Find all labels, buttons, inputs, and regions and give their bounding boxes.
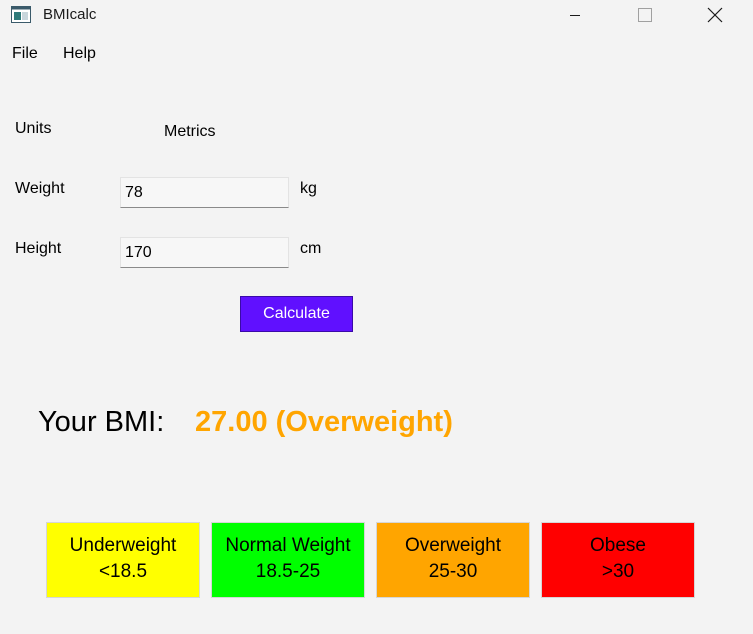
title-bar[interactable]: BMIcalc [0,0,753,32]
window-title: BMIcalc [43,6,97,23]
minimize-button[interactable] [552,0,598,32]
units-value[interactable]: Metrics [164,123,216,141]
units-label: Units [15,120,52,137]
maximize-button[interactable] [621,0,667,32]
category-range: >30 [601,561,635,582]
category-range: 18.5-25 [255,561,321,582]
bmi-result-label: Your BMI: [38,406,165,438]
close-icon [707,7,723,23]
category-obese: Obese >30 [541,522,695,598]
menu-bar: File Help [0,40,753,70]
height-label: Height [15,240,62,257]
category-underweight: Underweight <18.5 [46,522,200,598]
height-input[interactable]: 170 [120,237,289,268]
app-icon [11,6,31,23]
category-normal-weight: Normal Weight 18.5-25 [211,522,365,598]
calculate-button[interactable]: Calculate [240,296,353,332]
bmi-calculator-window: BMIcalc File Help Units Metrics Weight 7… [0,0,753,634]
height-unit: cm [300,240,322,257]
category-range: <18.5 [98,561,148,582]
category-name: Overweight [404,535,502,556]
bmi-result-value: 27.00 (Overweight) [195,406,453,438]
menu-help[interactable]: Help [63,45,96,63]
close-button[interactable] [692,0,738,32]
category-name: Obese [590,535,646,556]
weight-input[interactable]: 78 [120,177,289,208]
maximize-icon [638,8,652,22]
category-name: Normal Weight [225,535,351,556]
category-name: Underweight [69,535,177,556]
menu-file[interactable]: File [12,45,38,63]
weight-label: Weight [15,180,65,197]
category-overweight: Overweight 25-30 [376,522,530,598]
weight-unit: kg [300,180,317,197]
category-range: 25-30 [428,561,478,582]
minimize-icon [570,15,580,16]
